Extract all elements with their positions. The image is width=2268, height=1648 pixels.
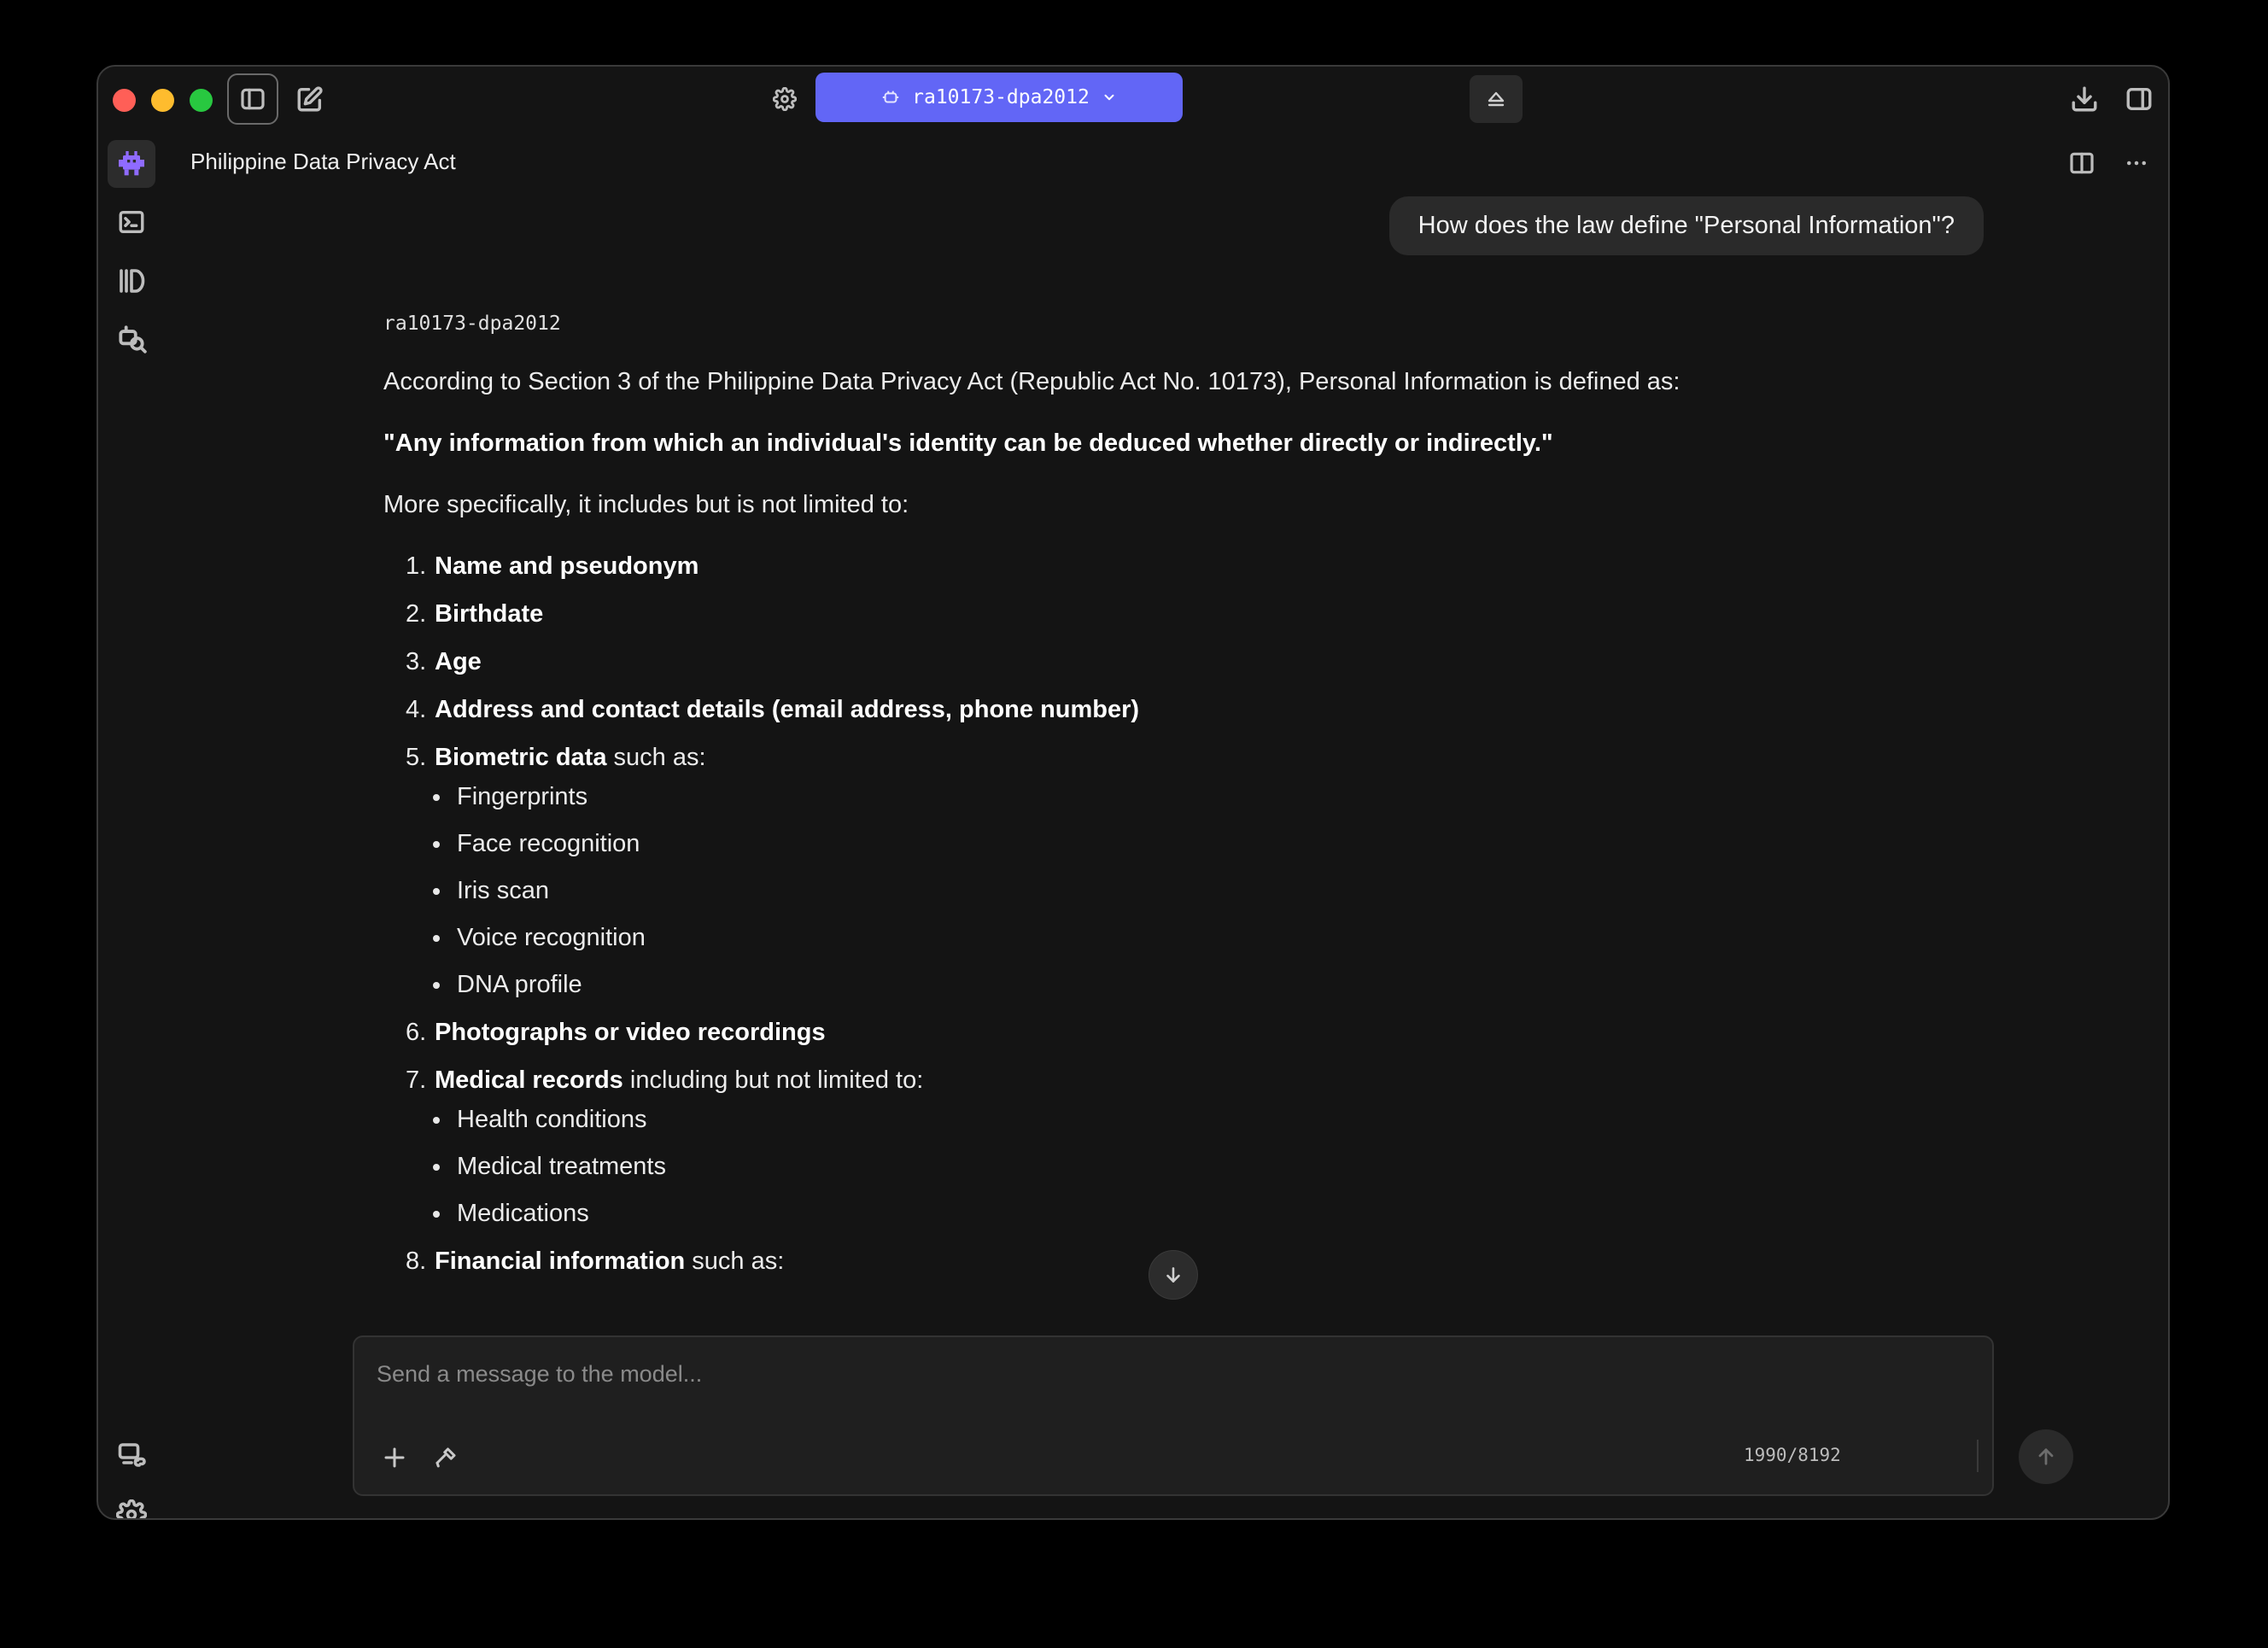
rail-settings[interactable] <box>108 1491 155 1518</box>
downloads-button[interactable] <box>2062 77 2107 121</box>
chevron-down-icon <box>1104 94 1114 101</box>
list-item-rest: including but not limited to: <box>623 1067 924 1094</box>
rail-developer[interactable] <box>108 198 155 246</box>
left-rail <box>98 135 167 1518</box>
list-item-term: Age <box>435 648 482 675</box>
rail-remote[interactable] <box>108 1431 155 1479</box>
sub-list: Fingerprints Face recognition Iris scan Voi… <box>406 780 2049 1001</box>
list-item: 6. Photographs or video recordings <box>383 1016 2049 1049</box>
list-item: 2. Birthdate <box>383 598 2049 630</box>
rail-models[interactable] <box>108 257 155 305</box>
sub-list-item: Face recognition <box>433 827 2049 860</box>
sub-list-item: Medications <box>433 1197 2049 1230</box>
sub-list-item: Fingerprints <box>433 780 2049 813</box>
search-bot-icon <box>119 325 147 354</box>
scroll-to-bottom-button[interactable] <box>1149 1250 1198 1300</box>
sub-list-item: Health conditions <box>433 1103 2049 1136</box>
list-number: 3. <box>406 648 427 675</box>
list-item-rest: such as: <box>685 1248 785 1275</box>
split-view-icon <box>2070 152 2094 174</box>
right-panel-icon <box>2126 87 2152 111</box>
sidebar-icon <box>241 88 265 110</box>
model-selector[interactable]: ra10173-dpa2012 <box>815 73 1183 122</box>
message-composer: 1990/8192 <box>353 1335 2073 1496</box>
new-chat-button[interactable] <box>288 77 332 121</box>
rail-chat[interactable] <box>108 140 155 188</box>
sub-list-item: Iris scan <box>433 874 2049 907</box>
right-panel-button[interactable] <box>2117 77 2161 121</box>
model-settings-button[interactable] <box>766 80 804 118</box>
list-item: 1. Name and pseudonym <box>383 550 2049 582</box>
list-number: 8. <box>406 1248 427 1275</box>
sub-list-item: Medical treatments <box>433 1150 2049 1183</box>
app-window: ra10173-dpa2012 Philippine Data Privacy … <box>96 65 2170 1520</box>
terminal-icon <box>119 210 144 234</box>
minimize-window-button[interactable] <box>151 89 174 112</box>
list-item-term: Birthdate <box>435 600 544 628</box>
response-source-label: ra10173-dpa2012 <box>383 313 561 335</box>
list-item-term: Address and contact details (email addre… <box>435 696 1140 723</box>
list-number: 2. <box>406 600 427 628</box>
arrow-up-icon <box>2038 1448 2054 1465</box>
assistant-message: ra10173-dpa2012 According to Section 3 o… <box>383 313 2049 1385</box>
list-number: 6. <box>406 1019 427 1046</box>
token-counter: 1990/8192 <box>1744 1445 1841 1465</box>
send-button[interactable] <box>2019 1429 2073 1484</box>
list-item-term: Medical records <box>435 1067 623 1094</box>
list-item-term: Photographs or video recordings <box>435 1019 826 1046</box>
more-options-button[interactable] <box>2117 143 2156 183</box>
attach-button[interactable] <box>375 1438 414 1477</box>
robot-icon <box>119 151 144 176</box>
answer-intro: According to Section 3 of the Philippine… <box>383 368 1681 395</box>
list-item: 3. Age <box>383 646 2049 678</box>
info-list: 1. Name and pseudonym 2. Birthdate 3. Age 4. Ad… <box>383 550 2049 1277</box>
user-message: How does the law define "Personal Inform… <box>1388 196 1984 255</box>
sub-list-item: DNA profile <box>433 968 2049 1001</box>
gear-icon <box>116 1499 147 1518</box>
list-item: 5. Biometric data such as: Fingerprints Fac… <box>383 741 2049 1001</box>
model-name: ra10173-dpa2012 <box>912 86 1090 108</box>
list-number: 5. <box>406 744 427 771</box>
library-icon <box>120 269 145 293</box>
list-item: 4. Address and contact details (email add… <box>383 693 2049 726</box>
eject-icon <box>1488 91 1505 107</box>
model-icon <box>882 91 899 103</box>
list-item-term: Biometric data <box>435 744 607 771</box>
list-item-rest: such as: <box>606 744 706 771</box>
list-number: 1. <box>406 552 427 580</box>
chat-title: Philippine Data Privacy Act <box>190 149 456 174</box>
list-item-term: Financial information <box>435 1248 686 1275</box>
hammer-icon <box>435 1447 456 1468</box>
list-item: 8. Financial information such as: <box>383 1245 2049 1277</box>
maximize-window-button[interactable] <box>190 89 213 112</box>
eject-model-button[interactable] <box>1470 75 1523 123</box>
message-input[interactable] <box>375 1356 1967 1392</box>
list-number: 7. <box>406 1067 427 1094</box>
sub-list-item: Voice recognition <box>433 921 2049 954</box>
download-icon <box>2072 86 2097 112</box>
window-controls <box>113 89 213 112</box>
split-view-button[interactable] <box>2062 143 2101 183</box>
sub-list: Health conditions Medical treatments Medic… <box>406 1103 2049 1230</box>
list-number: 4. <box>406 696 427 723</box>
answer-definition: "Any information from which an individua… <box>383 430 1553 457</box>
arrow-down-icon <box>1166 1267 1180 1283</box>
link-device-icon <box>118 1443 146 1467</box>
more-horizontal-icon <box>2127 161 2146 166</box>
tools-button[interactable] <box>426 1438 465 1477</box>
list-item-term: Name and pseudonym <box>435 552 699 580</box>
rail-discover[interactable] <box>108 314 155 362</box>
composer-divider <box>1977 1440 1979 1472</box>
gear-icon <box>773 87 797 111</box>
plus-icon <box>384 1447 405 1468</box>
close-window-button[interactable] <box>113 89 136 112</box>
list-item: 7. Medical records including but not limi… <box>383 1064 2049 1230</box>
toggle-sidebar-button[interactable] <box>227 73 278 125</box>
answer-lead: More specifically, it includes but is no… <box>383 491 909 518</box>
compose-icon <box>297 86 323 112</box>
